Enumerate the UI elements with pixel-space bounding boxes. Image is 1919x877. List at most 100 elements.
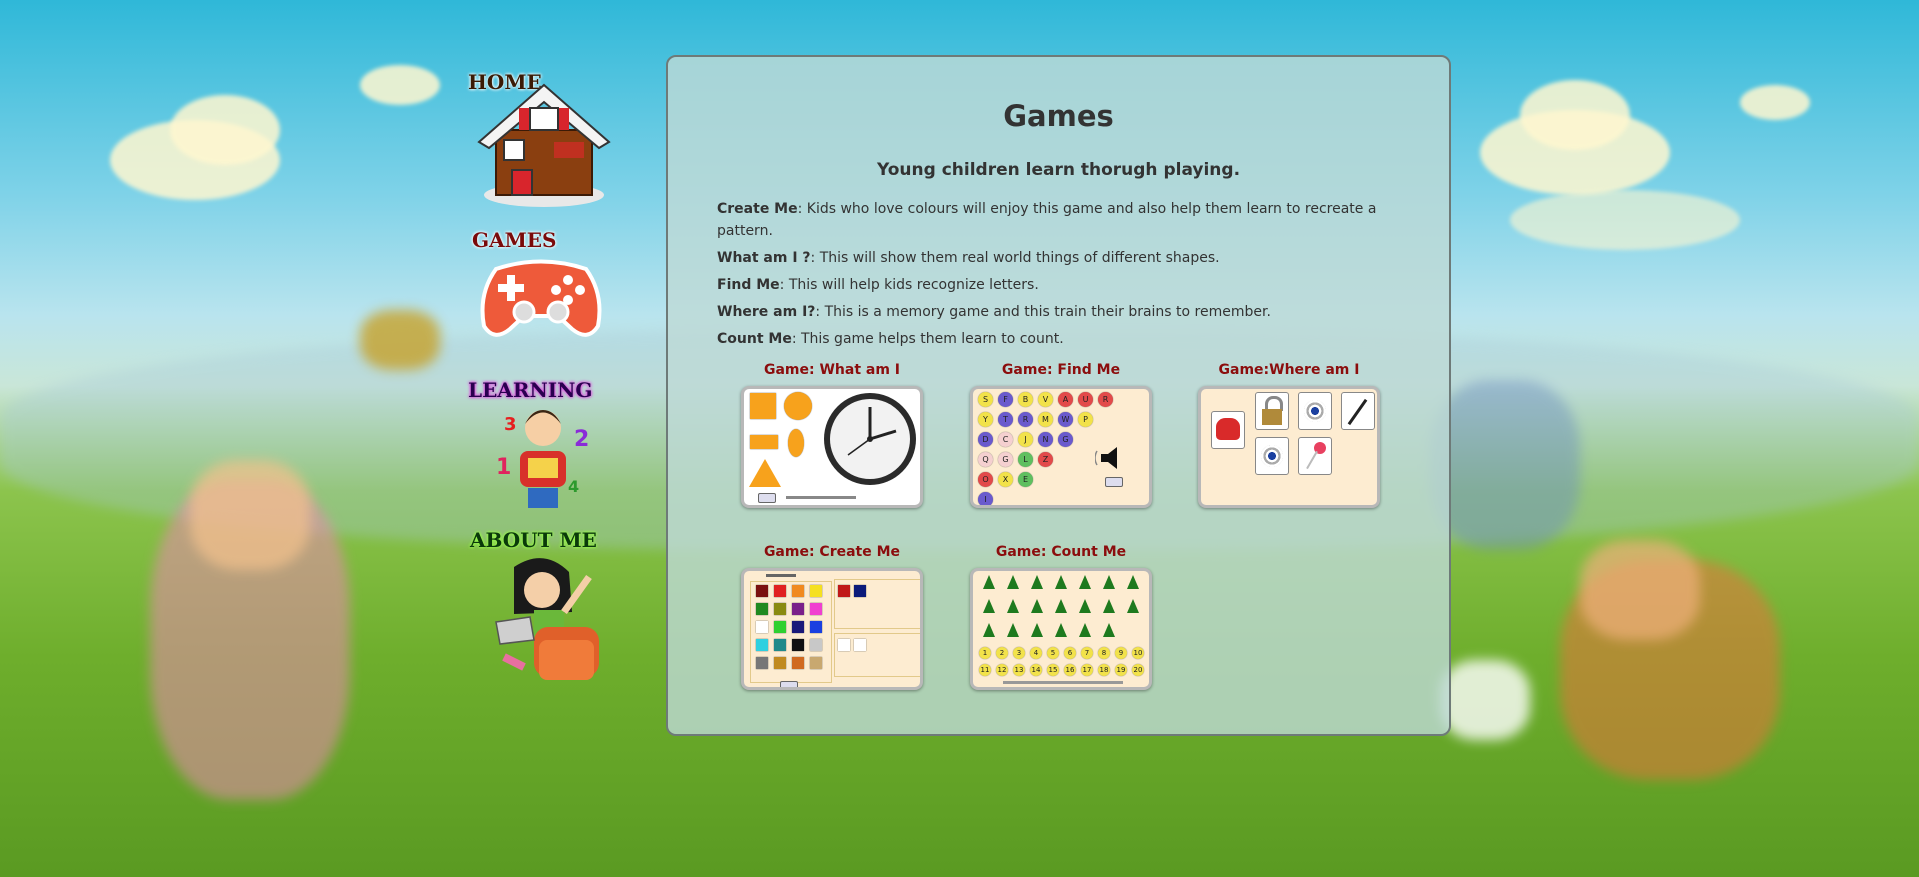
game-card-count-me: Game: Count Me 1 2 3 4 5 6 7 8 9 10 11 12 13 14 15 16 17… bbox=[966, 544, 1156, 690]
nav-games-link[interactable]: GAMES bbox=[472, 228, 612, 343]
game-thumbnail-what-am-i[interactable] bbox=[741, 386, 923, 508]
palette-swatch bbox=[774, 621, 786, 633]
clock-icon bbox=[824, 393, 916, 485]
palette-swatch bbox=[774, 603, 786, 615]
palette-swatch bbox=[810, 621, 822, 633]
letter-bubble: M bbox=[1038, 412, 1053, 427]
nav-learning-link[interactable]: LEARNING 1 2 3 4 bbox=[468, 378, 618, 518]
letter-bubble: R bbox=[1098, 392, 1113, 407]
letter-bubble: F bbox=[998, 392, 1013, 407]
letter-bubble: T bbox=[998, 412, 1013, 427]
tree-icon bbox=[1103, 623, 1115, 637]
palette-swatch bbox=[774, 585, 786, 597]
page-title: Games bbox=[1003, 99, 1114, 133]
palette-swatch bbox=[792, 603, 804, 615]
description-item: What am I ?: This will show them real wo… bbox=[717, 247, 1417, 269]
letter-bubble: N bbox=[1038, 432, 1053, 447]
letter-bubble: O bbox=[978, 472, 993, 487]
palette-swatch bbox=[792, 585, 804, 597]
letter-bubble: G bbox=[1058, 432, 1073, 447]
house-icon bbox=[477, 83, 611, 207]
svg-text:1: 1 bbox=[496, 455, 511, 480]
palette-swatch bbox=[756, 585, 768, 597]
pattern-swatch bbox=[838, 585, 850, 597]
number-bubble: 15 bbox=[1047, 664, 1059, 676]
square-shape-icon bbox=[750, 393, 776, 419]
padlock-card-icon bbox=[1255, 392, 1289, 430]
game-thumbnail-create-me[interactable] bbox=[741, 568, 923, 690]
description-game-name: Where am I? bbox=[717, 304, 816, 320]
number-bubble: 8 bbox=[1098, 647, 1110, 659]
answer-slot bbox=[854, 639, 866, 651]
letter-bubble: U bbox=[1078, 392, 1093, 407]
tree-icon bbox=[1055, 623, 1067, 637]
nav-home-link[interactable]: HOME bbox=[468, 70, 618, 215]
answer-slot bbox=[838, 639, 850, 651]
letter-bubble: D bbox=[978, 432, 993, 447]
palette-swatch bbox=[774, 639, 786, 651]
number-bubble: 12 bbox=[996, 664, 1008, 676]
nav-about-label: ABOUT ME bbox=[470, 528, 597, 552]
palette-swatch bbox=[792, 621, 804, 633]
pattern-swatch bbox=[854, 585, 866, 597]
tree-icon bbox=[1079, 599, 1091, 613]
game-card-find-me: Game: Find Me SFBVAURYTRMWPDCJNGQGLZOXEI bbox=[966, 362, 1156, 508]
game-thumbnail-find-me[interactable]: SFBVAURYTRMWPDCJNGQGLZOXEI bbox=[970, 386, 1152, 508]
description-text: : This will help kids recognize letters. bbox=[779, 277, 1039, 293]
letter-bubble: G bbox=[998, 452, 1013, 467]
description-game-name: Count Me bbox=[717, 331, 792, 347]
speaker-icon bbox=[1095, 447, 1117, 469]
palette-swatch bbox=[810, 585, 822, 597]
check-button-icon bbox=[1105, 477, 1123, 487]
palette-swatch bbox=[774, 657, 786, 669]
game-title: Game: Create Me bbox=[763, 544, 901, 560]
letter-bubble: C bbox=[998, 432, 1013, 447]
gamepad-icon bbox=[480, 259, 602, 337]
letter-bubble: X bbox=[998, 472, 1013, 487]
number-bubble: 13 bbox=[1013, 664, 1025, 676]
game-card-where-am-i: Game:Where am I bbox=[1194, 362, 1384, 508]
jelly-card-icon bbox=[1211, 411, 1245, 449]
number-bubble: 7 bbox=[1081, 647, 1093, 659]
description-item: Find Me: This will help kids recognize l… bbox=[717, 274, 1417, 296]
number-bubble: 16 bbox=[1064, 664, 1076, 676]
wand-card-icon bbox=[1341, 392, 1375, 430]
description-text: : This game helps them learn to count. bbox=[791, 331, 1064, 347]
tree-icon bbox=[1007, 575, 1019, 589]
tree-icon bbox=[1079, 623, 1091, 637]
palette-swatch bbox=[810, 603, 822, 615]
check-button-icon bbox=[780, 681, 798, 687]
letter-bubble: J bbox=[1018, 432, 1033, 447]
number-bubble: 6 bbox=[1064, 647, 1076, 659]
nav-games-label: GAMES bbox=[472, 228, 557, 252]
game-card-create-me: Game: Create Me bbox=[737, 544, 927, 690]
tree-icon bbox=[983, 623, 995, 637]
number-bubble: 9 bbox=[1115, 647, 1127, 659]
number-bubble: 19 bbox=[1115, 664, 1127, 676]
game-thumbnail-where-am-i[interactable] bbox=[1198, 386, 1380, 508]
svg-text:3: 3 bbox=[504, 414, 517, 435]
palette-swatch bbox=[756, 603, 768, 615]
letter-bubble: V bbox=[1038, 392, 1053, 407]
description-game-name: What am I ? bbox=[717, 250, 811, 266]
game-thumbnail-count-me[interactable]: 1 2 3 4 5 6 7 8 9 10 11 12 13 14 15 16 17 18 19 20 bbox=[970, 568, 1152, 690]
circle-shape-icon bbox=[784, 392, 812, 420]
tree-icon bbox=[1103, 599, 1115, 613]
number-bubble: 1 bbox=[979, 647, 991, 659]
game-title: Game: What am I bbox=[763, 362, 901, 378]
lollipop-card-icon bbox=[1298, 437, 1332, 475]
palette-swatch bbox=[756, 657, 768, 669]
nav-about-link[interactable]: ABOUT ME bbox=[470, 528, 620, 688]
letter-bubble: Y bbox=[978, 412, 993, 427]
letter-bubble: Z bbox=[1038, 452, 1053, 467]
tree-icon bbox=[1055, 599, 1067, 613]
instruction-line-icon bbox=[1003, 681, 1123, 684]
oval-shape-icon bbox=[788, 429, 804, 457]
number-bubble: 3 bbox=[1013, 647, 1025, 659]
tree-icon bbox=[1079, 575, 1091, 589]
tree-icon bbox=[1031, 575, 1043, 589]
number-bubble: 18 bbox=[1098, 664, 1110, 676]
number-bubble: 5 bbox=[1047, 647, 1059, 659]
tree-icon bbox=[1031, 623, 1043, 637]
games-panel: Games Young children learn thorugh playi… bbox=[666, 55, 1451, 736]
